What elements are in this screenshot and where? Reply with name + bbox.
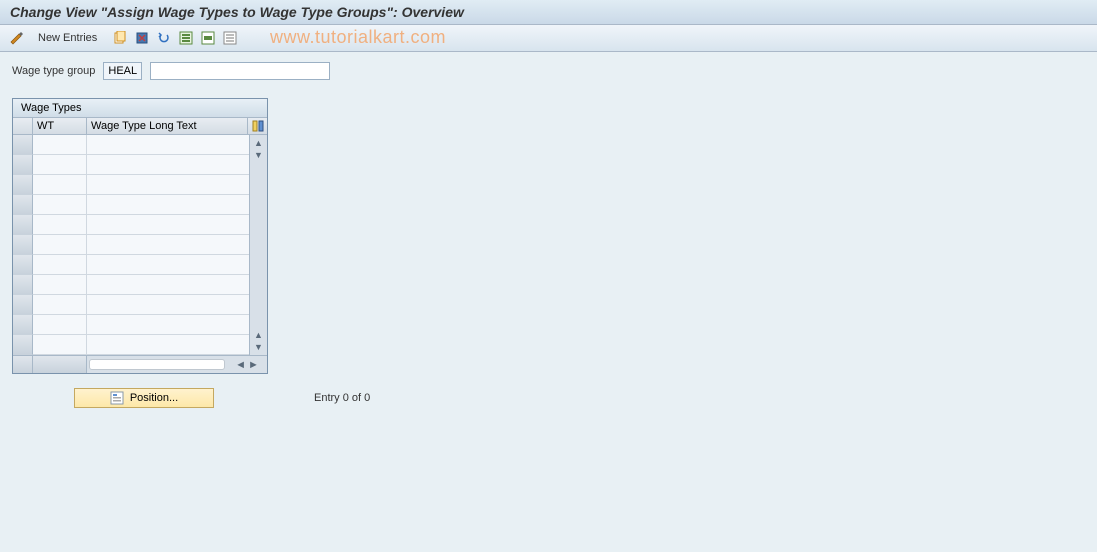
select-all-icon[interactable]	[177, 29, 195, 47]
row-selector[interactable]	[13, 295, 33, 315]
long-text-cell[interactable]	[87, 295, 249, 315]
page-title: Change View "Assign Wage Types to Wage T…	[10, 4, 464, 20]
rows-container	[13, 135, 249, 355]
wage-type-group-description[interactable]	[150, 62, 330, 80]
long-text-cell[interactable]	[87, 275, 249, 295]
footer: Position... Entry 0 of 0	[74, 388, 1097, 408]
table-row[interactable]	[13, 335, 249, 355]
long-text-cell[interactable]	[87, 135, 249, 155]
wt-cell[interactable]	[33, 275, 87, 295]
long-text-cell[interactable]	[87, 175, 249, 195]
select-column-header[interactable]	[13, 118, 33, 134]
undo-icon[interactable]	[155, 29, 173, 47]
long-text-column-header[interactable]: Wage Type Long Text	[87, 118, 247, 134]
scroll-down-icon[interactable]: ▼	[253, 149, 265, 161]
table-header: WT Wage Type Long Text	[13, 118, 267, 135]
long-text-cell[interactable]	[87, 255, 249, 275]
position-icon	[110, 391, 124, 405]
wt-cell[interactable]	[33, 215, 87, 235]
row-selector[interactable]	[13, 335, 33, 355]
wage-type-group-label: Wage type group	[12, 65, 95, 77]
scroll-up-icon[interactable]: ▲	[253, 137, 265, 149]
wt-cell[interactable]	[33, 315, 87, 335]
long-text-cell[interactable]	[87, 315, 249, 335]
table-row[interactable]	[13, 295, 249, 315]
scroll-left-icon[interactable]: ◄	[235, 359, 246, 371]
long-text-cell[interactable]	[87, 195, 249, 215]
title-bar: Change View "Assign Wage Types to Wage T…	[0, 0, 1097, 25]
copy-icon[interactable]	[111, 29, 129, 47]
table-row[interactable]	[13, 235, 249, 255]
vertical-scrollbar[interactable]: ▲ ▼ ▲ ▼	[249, 135, 267, 355]
hscroll-corner	[13, 356, 33, 373]
position-label: Position...	[130, 392, 178, 404]
table-title: Wage Types	[13, 99, 267, 118]
entry-status: Entry 0 of 0	[314, 392, 370, 404]
row-selector[interactable]	[13, 175, 33, 195]
row-selector[interactable]	[13, 275, 33, 295]
wage-type-group-code: HEAL	[103, 62, 142, 80]
wt-cell[interactable]	[33, 175, 87, 195]
row-selector[interactable]	[13, 215, 33, 235]
row-selector[interactable]	[13, 235, 33, 255]
wt-cell[interactable]	[33, 295, 87, 315]
new-entries-button[interactable]: New Entries	[32, 30, 103, 46]
table-row[interactable]	[13, 175, 249, 195]
delete-icon[interactable]	[133, 29, 151, 47]
wt-cell[interactable]	[33, 335, 87, 355]
toolbar: New Entries www.tutorialkart.com	[0, 25, 1097, 52]
long-text-cell[interactable]	[87, 215, 249, 235]
long-text-cell[interactable]	[87, 155, 249, 175]
scroll-right-icon[interactable]: ►	[248, 359, 259, 371]
horizontal-scrollbar[interactable]: ◄ ►	[13, 355, 267, 373]
wt-column-header[interactable]: WT	[33, 118, 87, 134]
table-row[interactable]	[13, 315, 249, 335]
wt-cell[interactable]	[33, 235, 87, 255]
wt-cell[interactable]	[33, 135, 87, 155]
row-selector[interactable]	[13, 155, 33, 175]
toggle-change-icon[interactable]	[8, 29, 26, 47]
select-block-icon[interactable]	[199, 29, 217, 47]
row-selector[interactable]	[13, 195, 33, 215]
table-row[interactable]	[13, 255, 249, 275]
row-selector[interactable]	[13, 315, 33, 335]
wage-types-table: Wage Types WT Wage Type Long Text ▲ ▼ ▲ …	[12, 98, 268, 374]
table-row[interactable]	[13, 275, 249, 295]
scroll-down-bottom-icon[interactable]: ▼	[253, 341, 265, 353]
row-selector[interactable]	[13, 255, 33, 275]
position-button[interactable]: Position...	[74, 388, 214, 408]
row-selector[interactable]	[13, 135, 33, 155]
table-row[interactable]	[13, 135, 249, 155]
table-row[interactable]	[13, 195, 249, 215]
watermark-text: www.tutorialkart.com	[270, 27, 446, 48]
long-text-cell[interactable]	[87, 335, 249, 355]
wt-cell[interactable]	[33, 155, 87, 175]
table-row[interactable]	[13, 155, 249, 175]
table-row[interactable]	[13, 215, 249, 235]
hscroll-track[interactable]	[89, 359, 225, 370]
table-config-icon[interactable]	[247, 118, 267, 134]
filter-row: Wage type group HEAL	[0, 52, 1097, 90]
table-body: ▲ ▼ ▲ ▼	[13, 135, 267, 355]
wt-cell[interactable]	[33, 195, 87, 215]
wt-cell[interactable]	[33, 255, 87, 275]
long-text-cell[interactable]	[87, 235, 249, 255]
deselect-all-icon[interactable]	[221, 29, 239, 47]
scroll-up-bottom-icon[interactable]: ▲	[253, 329, 265, 341]
